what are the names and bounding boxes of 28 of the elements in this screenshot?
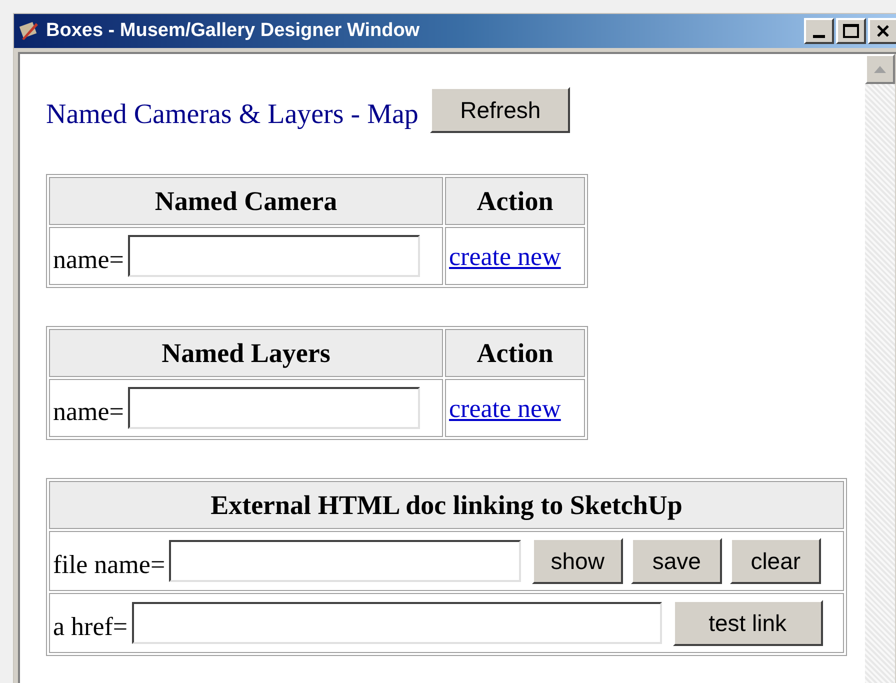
refresh-button[interactable]: Refresh (430, 87, 570, 133)
field-label: name= (53, 396, 124, 428)
window-title: Boxes - Musem/Gallery Designer Window (46, 18, 420, 43)
paintbrush-icon (18, 20, 40, 42)
action-button[interactable]: save (631, 538, 722, 584)
column-header: Named Layers (49, 329, 443, 377)
column-header: Named Camera (49, 177, 443, 225)
action-button[interactable]: show (532, 538, 624, 584)
close-button[interactable] (868, 18, 896, 44)
href-input[interactable] (132, 602, 662, 644)
field-label: a href= (53, 610, 128, 642)
close-icon (876, 24, 890, 38)
table-title: External HTML doc linking to SketchUp (49, 481, 844, 529)
field-label: file name= (53, 548, 166, 580)
column-header: Action (445, 329, 585, 377)
field-label: name= (53, 244, 124, 276)
column-header: Action (445, 177, 585, 225)
action-button[interactable]: test link (672, 600, 823, 646)
minimize-button[interactable] (804, 18, 834, 44)
scroll-up-button[interactable] (865, 54, 895, 84)
name-input[interactable] (128, 235, 420, 277)
scrollbar[interactable] (865, 54, 895, 683)
page-heading: Named Cameras & Layers - Map (46, 98, 418, 132)
name-input[interactable] (128, 387, 420, 429)
up-arrow-icon (874, 66, 886, 72)
file-name-input[interactable] (169, 540, 522, 582)
action-button[interactable]: clear (730, 538, 822, 584)
maximize-button[interactable] (836, 18, 866, 44)
